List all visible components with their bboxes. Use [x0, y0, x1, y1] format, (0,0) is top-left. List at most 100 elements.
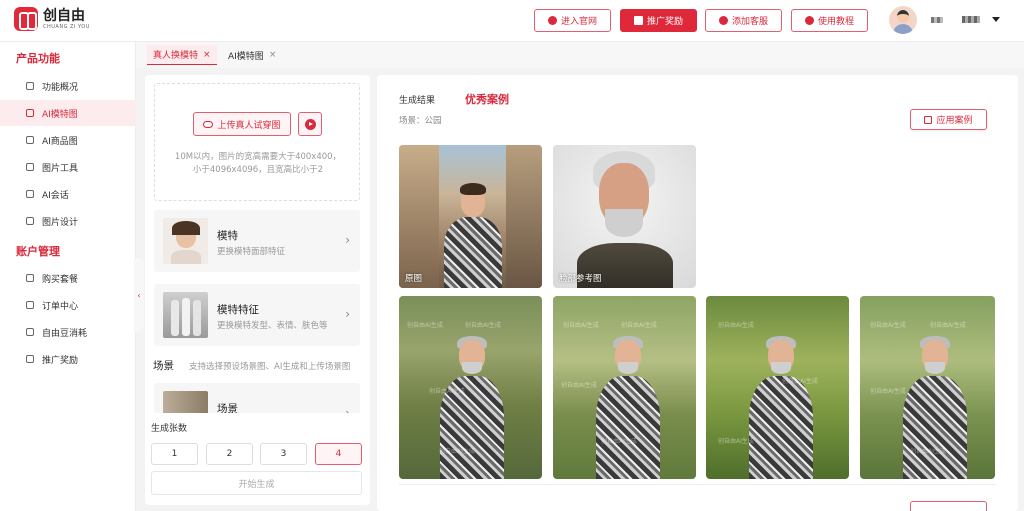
watermark: 创自由AI生成: [910, 448, 946, 455]
username-blurred: [931, 17, 943, 23]
watermark: 创自由AI生成: [718, 438, 754, 445]
watermark: 创自由AI生成: [439, 448, 475, 455]
video-guide-button[interactable]: [298, 112, 322, 136]
scene-thumbnail: [163, 391, 208, 413]
tab-generation-result[interactable]: 生成结果: [399, 93, 435, 106]
avatar[interactable]: [889, 6, 917, 34]
face-reference-image[interactable]: 脸部参考图: [553, 145, 696, 288]
sidebar-item-ai-product[interactable]: AI商品图: [0, 127, 136, 153]
upload-tryon-button[interactable]: 上传真人试穿图: [193, 112, 291, 136]
upload-hint-line1: 10M以内，图片的宽高需要大于400x400，: [174, 152, 342, 162]
scene-card[interactable]: 场景 ›: [154, 383, 360, 413]
start-generate-button[interactable]: 开始生成: [151, 471, 362, 495]
watermark: 创自由AI生成: [930, 322, 966, 329]
play-icon: [804, 16, 814, 25]
close-icon[interactable]: ×: [269, 50, 277, 60]
watermark: 创自由AI生成: [621, 322, 657, 329]
promotion-reward-button[interactable]: 推广奖励: [620, 9, 697, 32]
chevron-left-icon: ‹: [137, 290, 141, 300]
card-subtitle: 更换模特发型、表情、肤色等: [217, 321, 328, 331]
cart-icon: [26, 274, 34, 282]
watermark: 创自由AI生成: [561, 382, 597, 389]
sidebar-item-overview[interactable]: 功能概况: [0, 73, 136, 99]
result-image-1[interactable]: 创自由AI生成 创自由AI生成 创自由AI生成 创自由AI生成: [399, 296, 542, 479]
collapse-sidebar-button[interactable]: ‹: [134, 258, 144, 332]
chat-icon: [26, 190, 34, 198]
count-option-4[interactable]: 4: [315, 443, 362, 465]
card-title: 场景: [217, 403, 238, 413]
brand-logo[interactable]: 创自由 CHUANG ZI YOU: [14, 7, 90, 31]
result-image-3[interactable]: 创自由AI生成 创自由AI生成 创自由AI生成: [706, 296, 849, 479]
tutorial-button[interactable]: 使用教程: [791, 9, 868, 32]
count-option-3[interactable]: 3: [260, 443, 307, 465]
watermark: 创自由AI生成: [563, 322, 599, 329]
coin-icon: [26, 328, 34, 336]
design-icon: [26, 217, 34, 225]
upload-hint-line2: 小于4096x4096，且宽高比小于2: [192, 165, 324, 175]
tab-real-model-swap[interactable]: 真人换模特 ×: [147, 45, 217, 65]
official-site-button[interactable]: 进入官网: [534, 9, 611, 32]
picture-icon: [26, 163, 34, 171]
logo-icon: [14, 7, 38, 31]
watermark: 创自由AI生成: [718, 322, 754, 329]
sidebar-item-ai-model[interactable]: AI模特图: [0, 100, 136, 126]
watermark: 创自由AI生成: [465, 322, 501, 329]
result-image-4[interactable]: 创自由AI生成 创自由AI生成 创自由AI生成 创自由AI生成: [860, 296, 995, 479]
sidebar-item-orders[interactable]: 订单中心: [0, 292, 136, 318]
watermark: 创自由AI生成: [601, 438, 637, 445]
tab-ai-model[interactable]: AI模特图 ×: [222, 45, 282, 65]
tab-bar: 真人换模特 × AI模特图 ×: [136, 42, 1024, 68]
edit-icon: [924, 115, 933, 124]
mannequin-thumbnail: [163, 292, 208, 338]
image-caption: 原图: [405, 274, 423, 284]
add-support-button[interactable]: 添加客服: [705, 9, 782, 32]
top-header: 创自由 CHUANG ZI YOU 进入官网 推广奖励 添加客服 使用教程: [0, 0, 1024, 42]
count-option-1[interactable]: 1: [151, 443, 198, 465]
sidebar-item-bean-usage[interactable]: 自由豆消耗: [0, 319, 136, 345]
count-option-2[interactable]: 2: [206, 443, 253, 465]
brand-name-en: CHUANG ZI YOU: [43, 23, 90, 30]
model-card[interactable]: 模特 更换模特面部特征 ›: [154, 210, 360, 272]
result-image-2[interactable]: 创自由AI生成 创自由AI生成 创自由AI生成 创自由AI生成: [553, 296, 696, 479]
next-case-button[interactable]: [910, 501, 987, 511]
chevron-right-icon: ›: [345, 406, 350, 413]
order-icon: [26, 301, 34, 309]
megaphone-icon: [633, 16, 643, 25]
original-image[interactable]: 原图: [399, 145, 542, 288]
apply-case-button[interactable]: 应用案例: [910, 109, 987, 130]
grid-icon: [26, 82, 34, 90]
section-title-product: 产品功能: [16, 52, 60, 65]
scene-section-title: 场景: [153, 360, 174, 372]
generation-count-label: 生成张数: [151, 424, 188, 434]
sidebar-item-image-tools[interactable]: 图片工具: [0, 154, 136, 180]
result-panel: 生成结果 优秀案例 场景：公园 应用案例 原图 脸部参考图 创自由AI生成 创自…: [377, 75, 1018, 511]
sidebar: 产品功能 功能概况 AI模特图 AI商品图 图片工具 AI会话 图片设计 账户管…: [0, 42, 136, 511]
card-title: 模特特征: [217, 304, 259, 316]
section-title-account: 账户管理: [16, 245, 60, 258]
gift-icon: [718, 16, 728, 25]
upload-dropzone[interactable]: 上传真人试穿图 10M以内，图片的宽高需要大于400x400， 小于4096x4…: [154, 83, 360, 201]
image-caption: 脸部参考图: [559, 274, 602, 284]
scene-hint: 支持选择预设场景图、AI生成和上传场景图: [189, 362, 351, 372]
scene-caption: 场景：公园: [399, 116, 442, 126]
brand-name: 创自由: [43, 7, 85, 24]
image-icon: [26, 136, 34, 144]
model-features-card[interactable]: 模特特征 更换模特发型、表情、肤色等 ›: [154, 284, 360, 346]
close-icon[interactable]: ×: [203, 50, 211, 60]
watermark: 创自由AI生成: [870, 388, 906, 395]
settings-panel: 上传真人试穿图 10M以内，图片的宽高需要大于400x400， 小于4096x4…: [145, 75, 370, 505]
megaphone-icon: [26, 355, 34, 363]
chevron-right-icon: ›: [345, 307, 350, 321]
sidebar-item-image-design[interactable]: 图片设计: [0, 208, 136, 234]
sidebar-item-ai-chat[interactable]: AI会话: [0, 181, 136, 207]
sidebar-item-promotion[interactable]: 推广奖励: [0, 346, 136, 372]
card-subtitle: 更换模特面部特征: [217, 247, 286, 257]
chevron-right-icon: ›: [345, 233, 350, 247]
tab-excellent-cases[interactable]: 优秀案例: [465, 91, 509, 107]
watermark: 创自由AI生成: [429, 388, 465, 395]
chevron-down-icon[interactable]: [992, 17, 1000, 22]
sidebar-item-buy-package[interactable]: 购买套餐: [0, 265, 136, 291]
watermark: 创自由AI生成: [782, 378, 818, 385]
model-thumbnail: [163, 218, 208, 264]
divider: [399, 484, 996, 485]
